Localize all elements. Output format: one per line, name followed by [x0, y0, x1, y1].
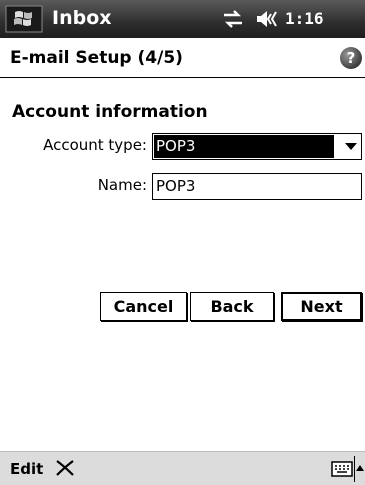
- clock[interactable]: 1:16: [285, 9, 324, 28]
- app-title: Inbox: [52, 7, 112, 29]
- edit-menu[interactable]: Edit: [10, 460, 43, 478]
- account-type-value: POP3: [154, 135, 334, 158]
- cancel-button[interactable]: Cancel: [100, 292, 187, 321]
- account-type-dropdown[interactable]: POP3: [152, 133, 362, 160]
- back-button[interactable]: Back: [190, 292, 274, 321]
- title-bar: Inbox 1:16: [0, 0, 365, 38]
- menu-bar: Edit: [0, 451, 365, 485]
- windows-start-icon[interactable]: [5, 5, 43, 33]
- sip-divider: [354, 456, 355, 482]
- page-header: E-mail Setup (4/5) ?: [0, 38, 365, 78]
- name-input[interactable]: POP3: [152, 173, 362, 200]
- name-label: Name:: [97, 176, 147, 194]
- keyboard-icon[interactable]: [331, 461, 353, 477]
- sip-arrow-icon[interactable]: [356, 465, 364, 471]
- account-type-label: Account type:: [43, 136, 147, 154]
- delete-icon[interactable]: [54, 458, 76, 478]
- speaker-icon[interactable]: [255, 9, 281, 29]
- next-button[interactable]: Next: [281, 292, 362, 321]
- help-icon[interactable]: ?: [340, 47, 362, 69]
- connectivity-icon[interactable]: [222, 10, 244, 28]
- dropdown-arrow-icon[interactable]: [345, 143, 357, 150]
- section-title: Account information: [12, 102, 208, 122]
- page-title: E-mail Setup (4/5): [10, 48, 183, 68]
